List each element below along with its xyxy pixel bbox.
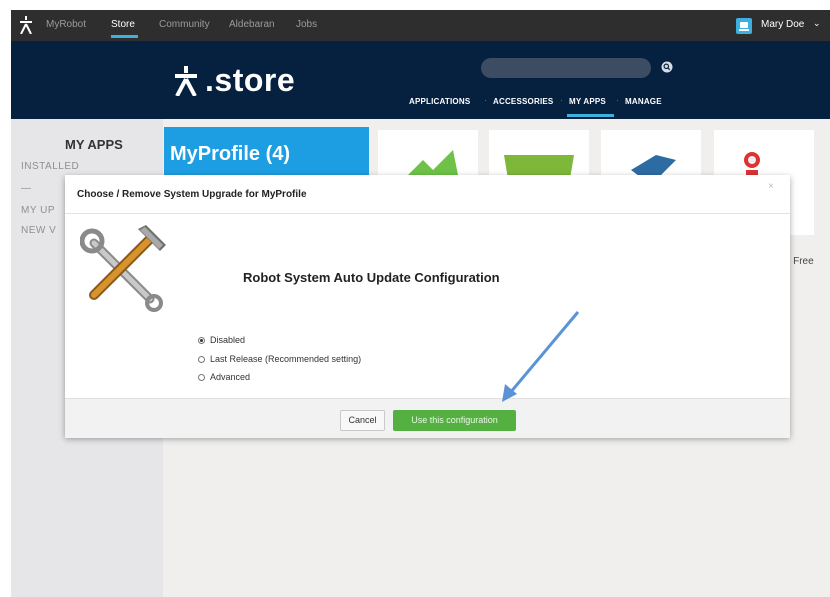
use-configuration-button[interactable]: Use this configuration <box>393 410 516 431</box>
config-heading: Robot System Auto Update Configuration <box>243 270 500 285</box>
radio-unchecked-icon[interactable] <box>198 356 205 363</box>
active-nav-indicator <box>111 35 138 38</box>
store-logo-text: .store <box>205 62 296 98</box>
dialog-title: Choose / Remove System Upgrade for MyPro… <box>77 189 307 200</box>
system-upgrade-dialog: Choose / Remove System Upgrade for MyPro… <box>65 175 790 438</box>
radio-option-advanced[interactable]: Advanced <box>198 372 250 382</box>
search-input[interactable] <box>481 58 651 78</box>
aldebaran-logo-icon <box>175 66 197 96</box>
nav-link-store[interactable]: Store <box>111 19 135 30</box>
nav-link-community[interactable]: Community <box>159 19 210 30</box>
avatar[interactable] <box>736 18 752 34</box>
dialog-footer: Cancel Use this configuration <box>65 398 790 438</box>
active-store-nav-indicator <box>567 114 614 117</box>
store-header: .store APPLICATIONS · ACCESSORIES · MY A… <box>11 41 830 119</box>
radio-label: Disabled <box>210 335 246 345</box>
store-logo[interactable]: .store <box>173 62 319 108</box>
radio-checked-icon[interactable] <box>198 337 205 344</box>
radio-label: Last Release (Recommended setting) <box>210 354 362 364</box>
nav-link-jobs[interactable]: Jobs <box>296 19 317 30</box>
nav-separator: · <box>560 96 563 105</box>
radio-option-disabled[interactable]: Disabled <box>198 335 245 345</box>
chevron-down-icon[interactable]: ⌄ <box>813 18 821 29</box>
sidebar-item-installed[interactable]: INSTALLED <box>21 161 79 172</box>
radio-option-last-release[interactable]: Last Release (Recommended setting) <box>198 354 361 364</box>
radio-label: Advanced <box>210 372 251 382</box>
sidebar-title: MY APPS <box>65 137 123 152</box>
search-icon[interactable] <box>661 61 673 73</box>
nav-separator: · <box>616 96 619 105</box>
profile-card-title: MyProfile (4) <box>170 143 291 165</box>
tools-icon <box>80 225 166 312</box>
top-nav-bar: MyRobot Store Community Aldebaran Jobs M… <box>11 10 830 41</box>
cancel-button[interactable]: Cancel <box>340 410 385 431</box>
store-nav-applications[interactable]: APPLICATIONS <box>409 97 470 106</box>
nav-link-myrobot[interactable]: MyRobot <box>46 19 86 30</box>
radio-unchecked-icon[interactable] <box>198 374 205 381</box>
nav-link-aldebaran[interactable]: Aldebaran <box>229 19 275 30</box>
store-nav-manage[interactable]: MANAGE <box>625 97 662 106</box>
user-name[interactable]: Mary Doe <box>761 19 804 30</box>
store-nav-accessories[interactable]: ACCESSORIES <box>493 97 553 106</box>
sidebar-separator: — <box>21 183 32 194</box>
aldebaran-logo-icon[interactable] <box>19 16 33 34</box>
close-icon[interactable]: × <box>768 181 774 192</box>
browser-page: MyRobot Store Community Aldebaran Jobs M… <box>11 10 830 597</box>
sidebar-item-my-updates[interactable]: MY UP <box>21 205 55 216</box>
sidebar-item-new[interactable]: NEW V <box>21 225 56 236</box>
price-free-label: - Free <box>787 256 814 267</box>
nav-separator: · <box>484 96 487 105</box>
divider <box>65 213 790 214</box>
store-nav-my-apps[interactable]: MY APPS <box>569 97 606 106</box>
